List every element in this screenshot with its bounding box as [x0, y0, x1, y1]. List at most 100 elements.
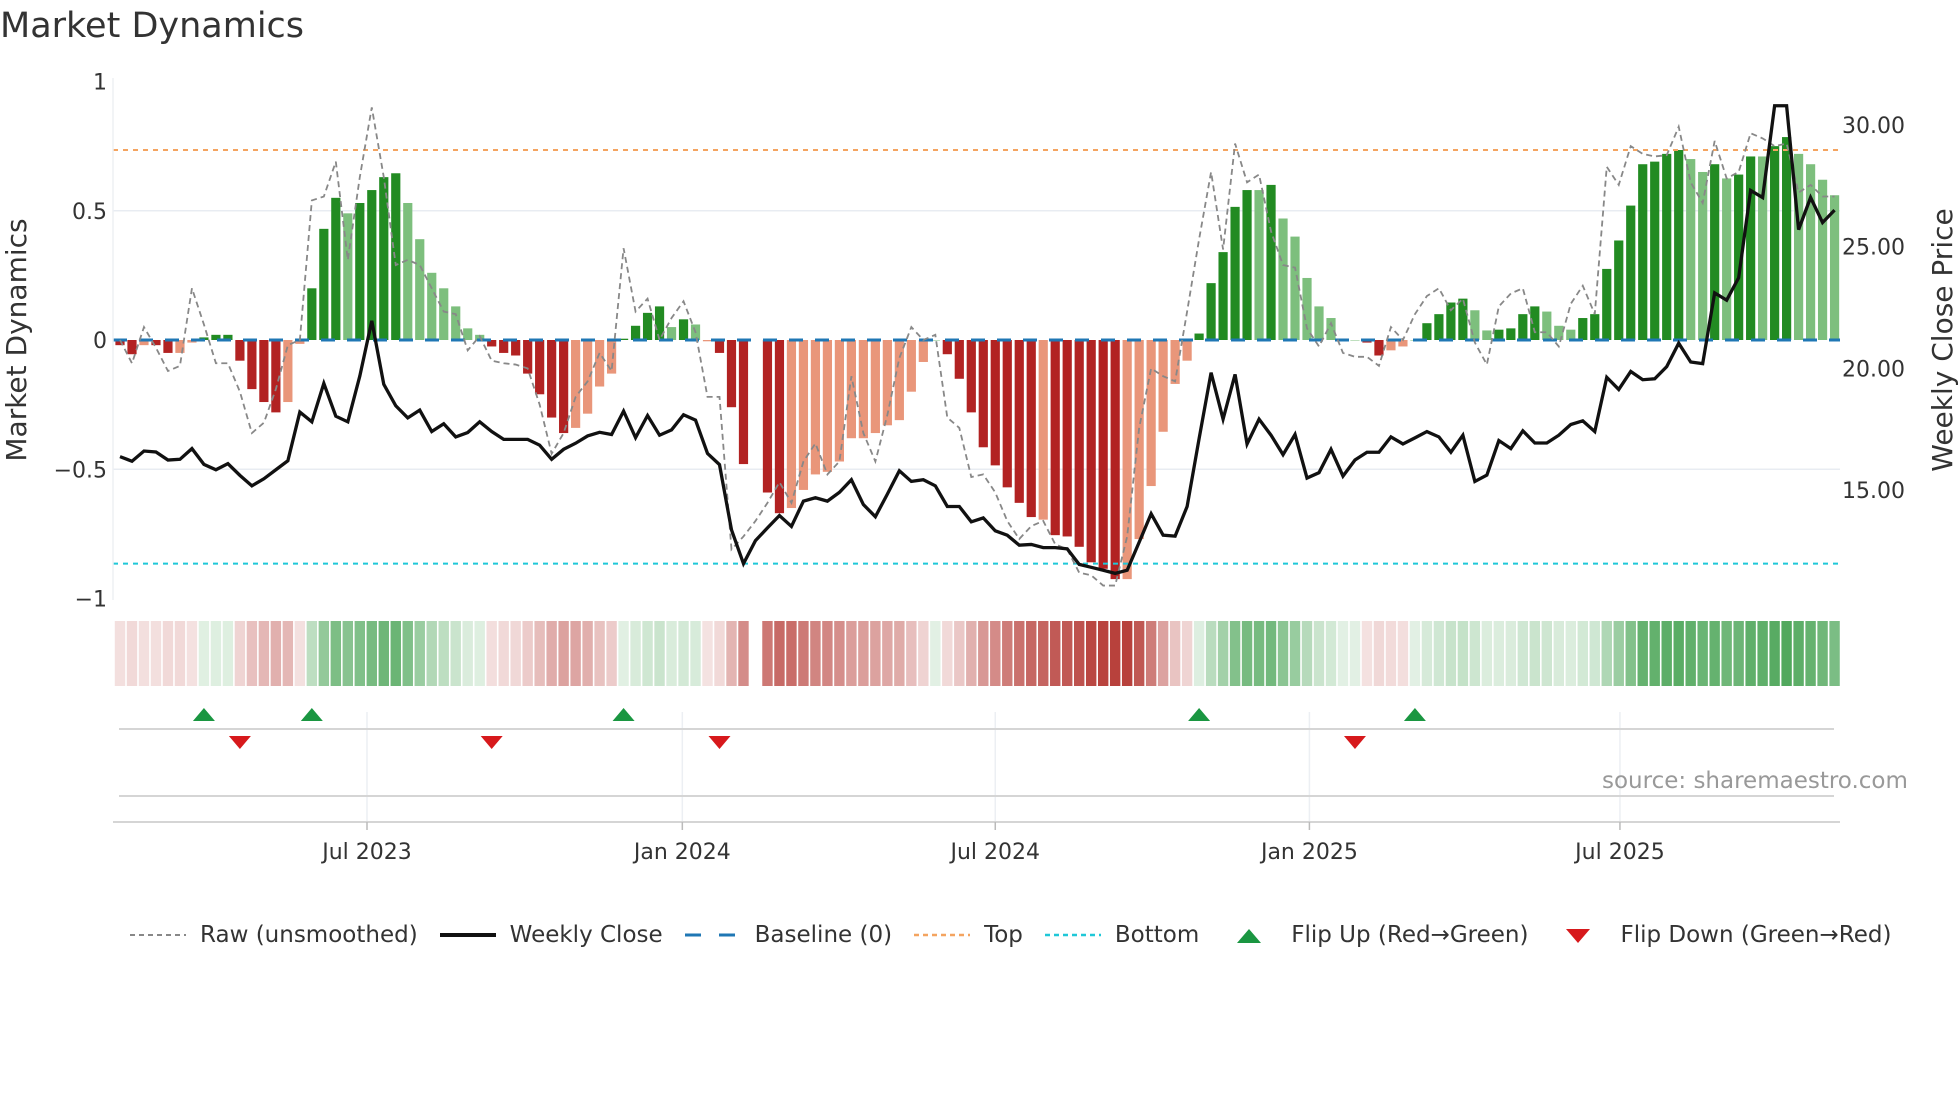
heat-cell: [450, 621, 461, 686]
heat-cell: [954, 621, 965, 686]
heat-cell: [1637, 621, 1648, 686]
heat-cell: [1793, 621, 1804, 686]
legend-item: Bottom: [1043, 922, 1199, 948]
momentum-bar: [1650, 161, 1660, 340]
momentum-bar: [1158, 340, 1168, 432]
momentum-bar: [1230, 206, 1240, 340]
heat-cell: [870, 621, 881, 686]
momentum-bar: [595, 340, 605, 387]
heat-cell: [1697, 621, 1708, 686]
heat-cell: [786, 621, 797, 686]
heat-cell: [366, 621, 377, 686]
heat-cell: [1074, 621, 1085, 686]
momentum-bar: [1782, 137, 1792, 340]
heat-cell: [906, 621, 917, 686]
momentum-bar: [247, 340, 257, 390]
momentum-bar: [427, 272, 437, 340]
momentum-bar: [1050, 340, 1060, 536]
momentum-bar: [535, 340, 545, 395]
heat-cell: [1349, 621, 1361, 686]
heat-cell: [282, 621, 294, 686]
heat-cell: [1781, 621, 1792, 686]
heat-cell: [1050, 621, 1061, 686]
momentum-bar: [846, 340, 856, 439]
heat-cell: [702, 621, 713, 686]
momentum-bar: [738, 340, 749, 465]
heat-strip: [114, 621, 1840, 686]
momentum-bar: [511, 340, 521, 356]
heat-cell: [546, 621, 557, 686]
legend-solid-black-line-icon: [439, 933, 496, 937]
momentum-bar: [1194, 333, 1204, 340]
momentum-bar: [978, 340, 988, 448]
legend-item: Raw (unsmoothed): [128, 922, 418, 948]
legend-item: Flip Down (Green→Red): [1548, 922, 1891, 948]
heat-cell: [1517, 621, 1529, 686]
y-tick-label: 0.5: [72, 200, 107, 225]
heat-cell: [1457, 621, 1469, 686]
heat-cell: [570, 621, 581, 686]
momentum-bar: [1614, 240, 1624, 340]
heat-cell: [630, 621, 641, 686]
momentum-bar: [954, 340, 964, 379]
heat-cell: [1481, 621, 1493, 686]
heat-cell: [1829, 621, 1840, 686]
momentum-bar: [1674, 150, 1684, 340]
momentum-bar: [1098, 340, 1108, 569]
heat-cell: [1038, 621, 1049, 686]
momentum-bar: [1386, 340, 1396, 351]
source-attribution: source: sharemaestro.com: [1602, 768, 1908, 794]
legend-dashed-blue-line-icon: [684, 933, 741, 937]
heat-cell: [234, 621, 246, 686]
momentum-bar: [918, 340, 928, 362]
momentum-bar: [1566, 329, 1576, 340]
y2-tick-label: 30.00: [1842, 114, 1905, 139]
momentum-bar: [1829, 195, 1840, 340]
momentum-bar: [870, 340, 880, 434]
heat-cell: [294, 621, 306, 686]
heat-cell: [486, 621, 497, 686]
momentum-bar: [403, 202, 413, 340]
momentum-bar: [235, 340, 245, 361]
heat-cell: [186, 621, 198, 686]
momentum-bar: [1374, 340, 1384, 356]
legend-triangle-down-icon: [1566, 929, 1591, 943]
momentum-bar: [762, 340, 773, 493]
momentum-bar: [1134, 340, 1144, 540]
momentum-bar: [966, 340, 976, 413]
flip-up-marker: [612, 708, 635, 721]
momentum-bar: [1206, 283, 1216, 340]
momentum-bar: [1638, 164, 1648, 340]
momentum-bar: [1122, 340, 1132, 580]
legend-label: Weekly Close: [509, 922, 663, 948]
heat-cell: [174, 621, 186, 686]
heat-cell: [714, 621, 725, 686]
heat-cell: [1337, 621, 1349, 686]
heat-cell: [1817, 621, 1828, 686]
heat-cell: [1709, 621, 1720, 686]
heat-cell: [678, 621, 689, 686]
heat-cell: [1505, 621, 1517, 686]
momentum-bar: [1026, 340, 1036, 518]
momentum-bar: [1278, 218, 1288, 340]
flip-panel: [113, 708, 1840, 823]
heat-cell: [666, 621, 677, 686]
heat-cell: [1109, 621, 1121, 686]
heat-cell: [846, 621, 857, 686]
y-tick-label: −1: [75, 588, 107, 613]
heat-cell: [1445, 621, 1457, 686]
legend-label: Bottom: [1114, 922, 1200, 948]
legend-item: Flip Up (Red→Green): [1219, 922, 1528, 948]
momentum-bar: [1662, 153, 1672, 340]
heat-cell: [426, 621, 437, 686]
momentum-bar: [463, 328, 473, 340]
heat-cell: [1733, 621, 1744, 686]
momentum-bar: [1494, 329, 1504, 340]
heat-cell: [966, 621, 977, 686]
heat-cell: [1625, 621, 1636, 686]
heat-cell: [1397, 621, 1409, 686]
momentum-bar: [990, 340, 1000, 466]
heat-cell: [1121, 621, 1133, 686]
heat-cell: [930, 621, 941, 686]
heat-cell: [1253, 621, 1265, 686]
